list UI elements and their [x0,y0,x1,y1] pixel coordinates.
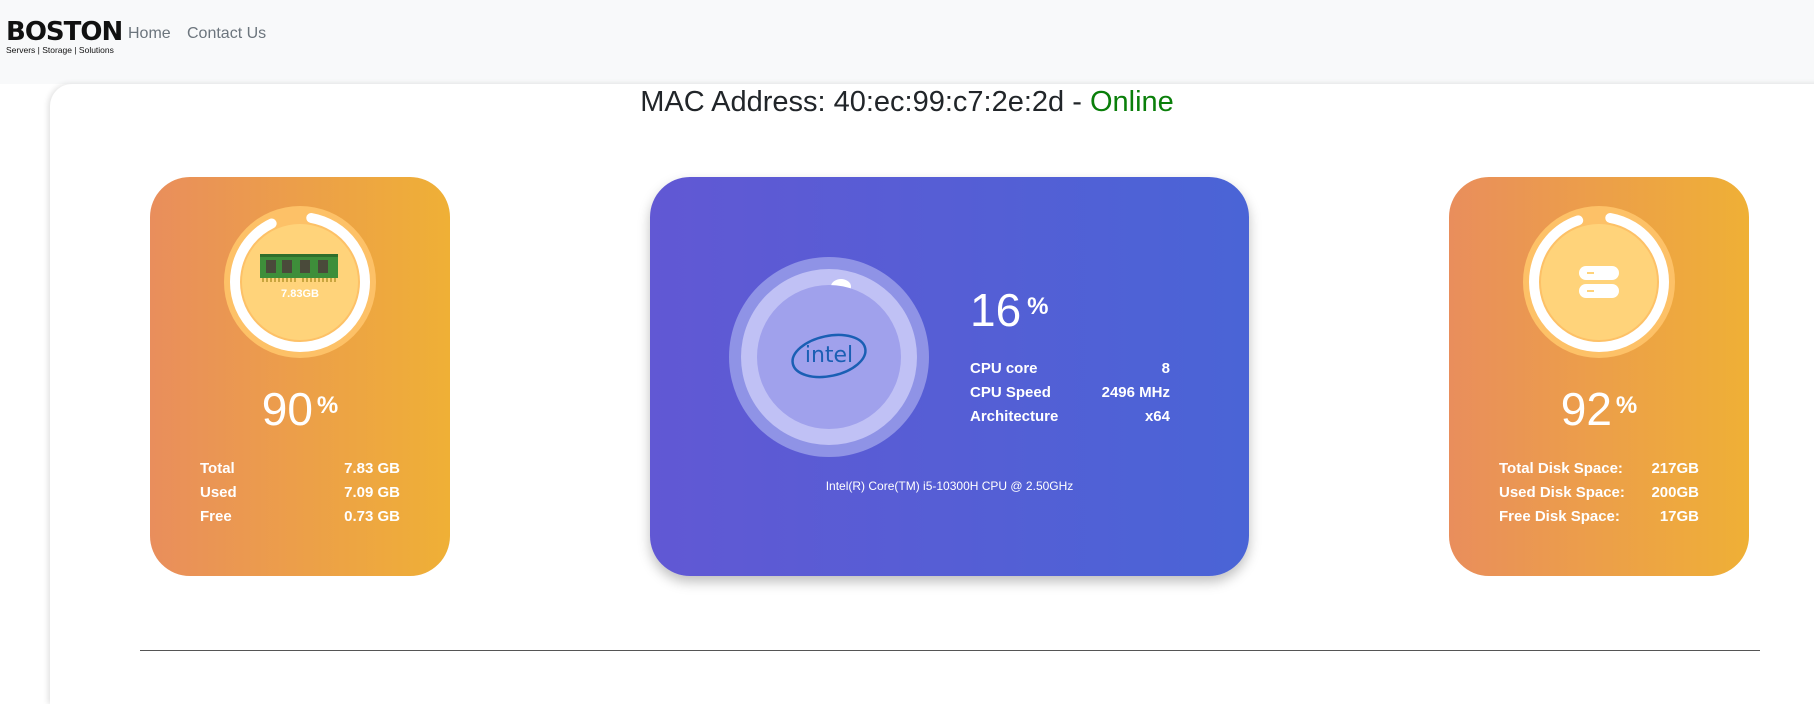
disk-stat-row: Total Disk Space: 217GB [1499,457,1699,481]
ram-usage-ring: 7.83GB [224,206,376,358]
disk-stat-label: Total Disk Space: [1499,460,1623,477]
ram-stats: Total 7.83 GB Used 7.09 GB Free 0.73 GB [200,457,400,529]
ram-usage-percent: 90% [150,382,450,436]
disk-usage-percent: 92% [1449,382,1749,436]
ram-stat-row: Used 7.09 GB [200,481,400,505]
ram-chip-label: 7.83GB [281,288,319,300]
brand-name: BOSTON [6,17,123,47]
status-badge: Online [1089,86,1174,118]
disk-stat-value: 17GB [1659,508,1699,525]
ram-stat-row: Total 7.83 GB [200,457,400,481]
cpu-stat-value: 8 [1161,360,1170,377]
cpu-stat-row: CPU Speed 2496 MHz [970,381,1170,405]
ram-stat-value: 7.09 GB [344,484,400,501]
disk-usage-ring [1523,206,1675,358]
cpu-percent-symbol: % [1027,293,1049,320]
ram-chip-icon [260,254,338,282]
ram-card: 7.83GB 90% Total 7.83 GB Used 7.09 GB Fr… [150,177,450,576]
server-icon [1579,266,1619,298]
cpu-card: intel 16% CPU core 8 CPU Speed 2496 MHz … [650,177,1249,576]
ram-stat-value: 0.73 GB [344,508,400,525]
intel-logo-text: intel [805,343,853,368]
cpu-stat-value: x64 [1144,408,1170,425]
section-divider [140,650,1760,651]
disk-stat-value: 217GB [1651,460,1699,477]
cpu-stat-label: Architecture [970,408,1059,425]
disk-percent-value: 92 [1560,383,1612,435]
cpu-ring-center: intel [757,285,901,429]
navbar: BOSTON Servers | Storage | Solutions Hom… [0,0,1814,84]
disk-stat-label: Free Disk Space: [1499,508,1620,525]
ram-stat-label: Free [200,508,232,525]
disk-stat-label: Used Disk Space: [1499,484,1625,501]
disk-stats: Total Disk Space: 217GB Used Disk Space:… [1499,457,1699,529]
cpu-usage-percent: 16% [970,283,1049,337]
disk-stat-row: Used Disk Space: 200GB [1499,481,1699,505]
ram-stat-label: Total [200,460,235,477]
ram-ring-center: 7.83GB [242,224,358,340]
cpu-stat-label: CPU Speed [970,384,1051,401]
brand-logo[interactable]: BOSTON Servers | Storage | Solutions [6,18,123,56]
cpu-stat-row: Architecture x64 [970,405,1170,429]
brand-tagline: Servers | Storage | Solutions [6,45,114,55]
cpu-percent-value: 16 [970,284,1022,336]
disk-percent-symbol: % [1615,392,1638,419]
ram-stat-label: Used [200,484,237,501]
cpu-usage-ring: intel [729,257,929,457]
ram-percent-symbol: % [316,392,339,419]
cpu-stat-value: 2496 MHz [1101,384,1170,401]
mac-address-title: MAC Address: 40:ec:99:c7:2e:2d - Online [0,84,1814,120]
ram-stat-row: Free 0.73 GB [200,505,400,529]
cpu-stats: CPU core 8 CPU Speed 2496 MHz Architectu… [970,357,1170,429]
disk-card: 92% Total Disk Space: 217GB Used Disk Sp… [1449,177,1749,576]
mac-address-label: MAC Address: 40:ec:99:c7:2e:2d - [640,86,1082,118]
intel-logo-icon: intel [791,333,867,379]
disk-stat-value: 200GB [1651,484,1699,501]
disk-ring-center [1541,224,1657,340]
cpu-stat-label: CPU core [970,360,1038,377]
nav-link-home[interactable]: Home [128,25,171,43]
cpu-model-name: Intel(R) Core(TM) i5-10300H CPU @ 2.50GH… [825,479,1074,493]
ram-percent-value: 90 [261,383,313,435]
cpu-ring-track: intel [741,269,917,445]
ram-stat-value: 7.83 GB [344,460,400,477]
cpu-stat-row: CPU core 8 [970,357,1170,381]
disk-stat-row: Free Disk Space: 17GB [1499,505,1699,529]
nav-link-contact-us[interactable]: Contact Us [187,25,266,43]
